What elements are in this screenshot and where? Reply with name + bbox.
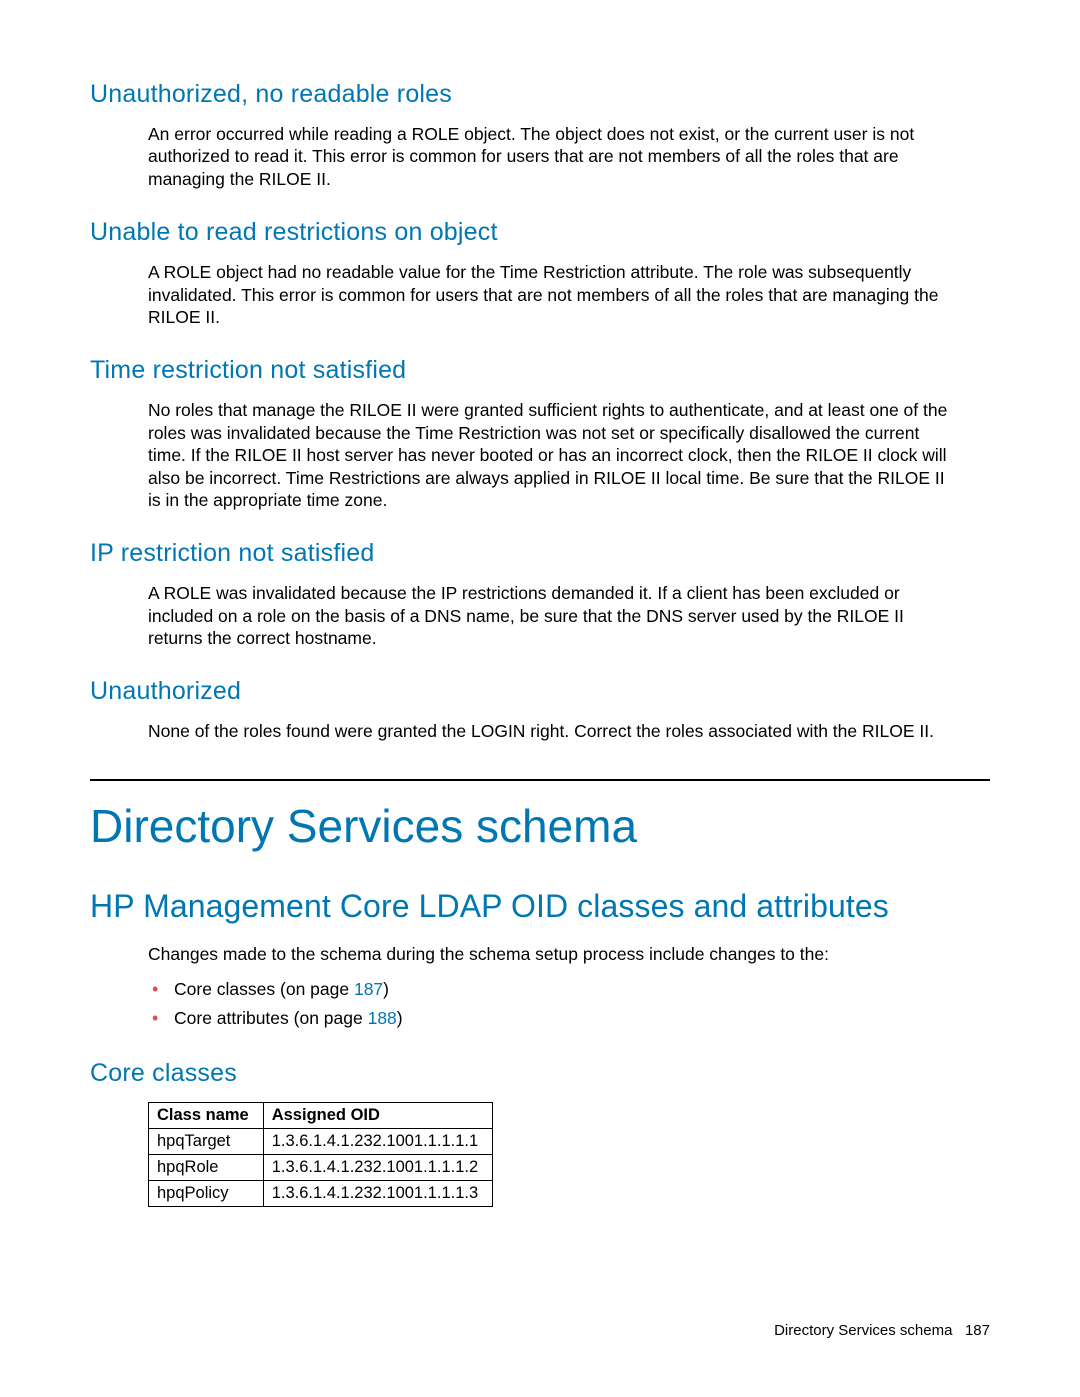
list-text: Core attributes (on page [174,1008,368,1028]
page-link[interactable]: 188 [368,1008,397,1028]
section-body: No roles that manage the RILOE II were g… [148,399,958,511]
section-heading: Unauthorized [90,677,990,706]
bullet-list: Core classes (on page 187) Core attribut… [174,975,990,1033]
section-body: A ROLE object had no readable value for … [148,261,958,328]
core-classes-table: Class name Assigned OID hpqTarget 1.3.6.… [148,1102,493,1207]
horizontal-rule [90,779,990,781]
table-cell: hpqPolicy [149,1181,264,1207]
table-row: hpqPolicy 1.3.6.1.4.1.232.1001.1.1.1.3 [149,1181,493,1207]
section-heading: Unauthorized, no readable roles [90,80,990,109]
table-cell: hpqRole [149,1155,264,1181]
intro-text: Changes made to the schema during the sc… [148,944,990,965]
footer-page-number: 187 [965,1322,990,1339]
section-heading: IP restriction not satisfied [90,539,990,568]
table-row: hpqRole 1.3.6.1.4.1.232.1001.1.1.1.2 [149,1155,493,1181]
list-item: Core classes (on page 187) [174,975,990,1004]
table-header-cell: Assigned OID [263,1103,492,1129]
list-item: Core attributes (on page 188) [174,1004,990,1033]
list-text-suffix: ) [383,979,389,999]
core-classes-heading: Core classes [90,1059,990,1088]
table-header-cell: Class name [149,1103,264,1129]
page-footer: Directory Services schema 187 [774,1322,990,1339]
page-link[interactable]: 187 [354,979,383,999]
section-body: None of the roles found were granted the… [148,720,958,742]
footer-text: Directory Services schema [774,1322,952,1339]
list-text: Core classes (on page [174,979,354,999]
table-row: hpqTarget 1.3.6.1.4.1.232.1001.1.1.1.1 [149,1129,493,1155]
table-cell: 1.3.6.1.4.1.232.1001.1.1.1.1 [263,1129,492,1155]
main-title: Directory Services schema [90,799,990,853]
table-cell: 1.3.6.1.4.1.232.1001.1.1.1.3 [263,1181,492,1207]
table-cell: 1.3.6.1.4.1.232.1001.1.1.1.2 [263,1155,492,1181]
table-cell: hpqTarget [149,1129,264,1155]
section-body: An error occurred while reading a ROLE o… [148,123,958,190]
section-body: A ROLE was invalidated because the IP re… [148,582,958,649]
subsection-title: HP Management Core LDAP OID classes and … [90,889,990,924]
section-heading: Unable to read restrictions on object [90,218,990,247]
section-heading: Time restriction not satisfied [90,356,990,385]
table-header-row: Class name Assigned OID [149,1103,493,1129]
document-page: Unauthorized, no readable roles An error… [0,0,1080,1397]
list-text-suffix: ) [397,1008,403,1028]
